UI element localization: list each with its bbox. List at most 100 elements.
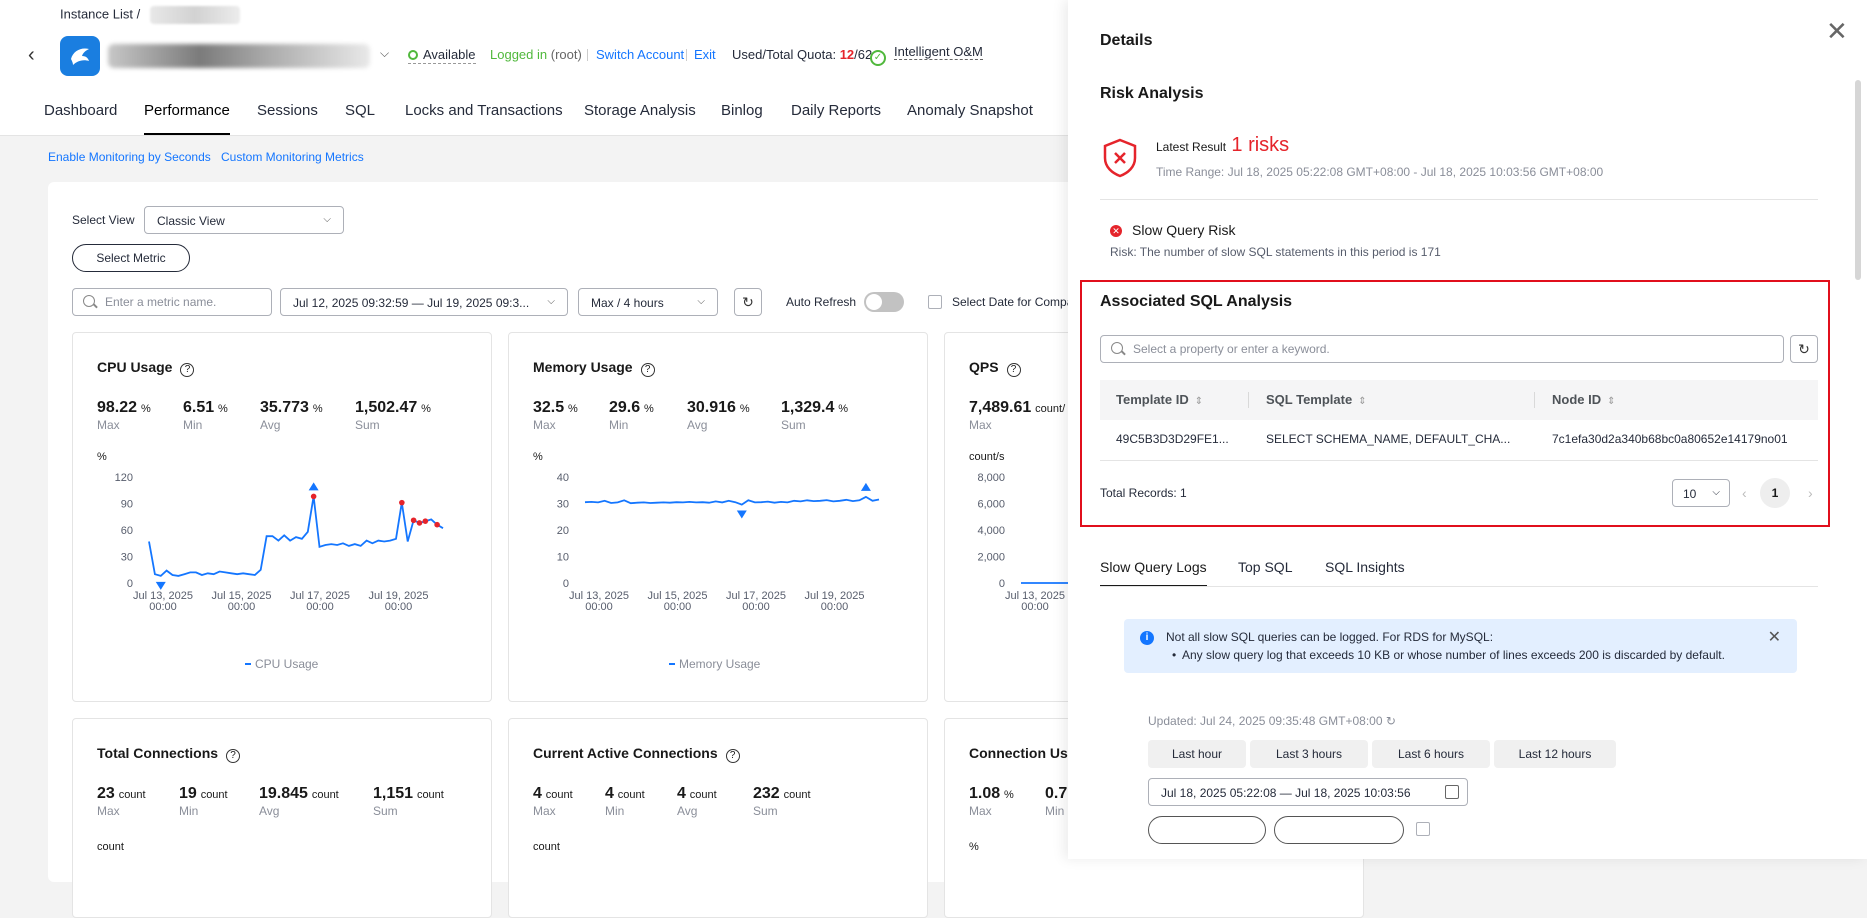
select-view-dropdown[interactable]: Classic View ⌵: [144, 206, 344, 234]
last-6-hours-button[interactable]: Last 6 hours: [1372, 740, 1490, 768]
updated-text: Updated: Jul 24, 2025 09:35:48 GMT+08:00: [1148, 714, 1383, 728]
notice-line-2: Any slow query log that exceeds 10 KB or…: [1172, 648, 1725, 662]
tab-slow-query-logs[interactable]: Slow Query Logs: [1100, 559, 1207, 587]
value: 19: [179, 785, 197, 802]
tab-daily-reports[interactable]: Daily Reports: [791, 102, 881, 119]
key: Max: [533, 418, 556, 432]
close-icon[interactable]: ✕: [1826, 18, 1848, 44]
enable-monitoring-seconds-link[interactable]: Enable Monitoring by Seconds: [48, 150, 211, 164]
help-icon[interactable]: ?: [226, 749, 241, 763]
refresh-icon[interactable]: ↻: [734, 288, 762, 316]
x-tick-label: 00:00: [821, 601, 849, 613]
unit: count: [311, 789, 339, 801]
tab-sql[interactable]: SQL: [345, 102, 375, 119]
associated-sql-title: Associated SQL Analysis: [1100, 293, 1293, 310]
help-icon[interactable]: ?: [725, 749, 740, 763]
filter-pill[interactable]: [1148, 816, 1266, 844]
tab-performance[interactable]: Performance: [144, 102, 230, 135]
x-tick-label: 00:00: [306, 601, 334, 613]
value: 1,151: [373, 785, 414, 802]
metric-avg: 19.845 count Avg: [259, 785, 339, 818]
value: 6.51: [183, 399, 215, 416]
risk-time-range: Time Range: Jul 18, 2025 05:22:08 GMT+08…: [1156, 165, 1604, 179]
unit: count: [545, 789, 573, 801]
page-number[interactable]: 1: [1760, 478, 1790, 508]
tab-locks-transactions[interactable]: Locks and Transactions: [405, 102, 563, 119]
intelligent-om-link[interactable]: ✓ Intelligent O&M: [870, 44, 983, 66]
refresh-icon[interactable]: ↻: [1386, 714, 1396, 728]
cell-node-id[interactable]: 7c1efa30d2a340b68bc0a80652e14179no01: [1552, 432, 1788, 446]
active-connections-card: Current Active Connections? 4 count Max 4…: [508, 718, 928, 918]
unit: %: [838, 403, 849, 415]
value: 4: [533, 785, 542, 802]
option-checkbox[interactable]: [1416, 822, 1430, 836]
scrollbar[interactable]: [1855, 80, 1861, 280]
divider: [1100, 199, 1818, 200]
column-divider: [1248, 392, 1249, 408]
y-tick-label: 8,000: [977, 472, 1005, 484]
exit-link[interactable]: Exit: [694, 47, 716, 62]
custom-monitoring-metrics-link[interactable]: Custom Monitoring Metrics: [221, 150, 364, 164]
key: Min: [179, 804, 199, 818]
log-date-range-picker[interactable]: Jul 18, 2025 05:22:08 — Jul 18, 2025 10:…: [1148, 778, 1468, 806]
refresh-icon[interactable]: ↻: [1790, 335, 1818, 363]
unit: %: [644, 403, 654, 415]
close-icon[interactable]: ✕: [1768, 627, 1781, 647]
breadcrumb-instance-list[interactable]: Instance List: [60, 6, 133, 21]
cell-sql-template[interactable]: SELECT SCHEMA_NAME, DEFAULT_CHA...: [1266, 432, 1510, 446]
column-template-id[interactable]: Template ID ⇕: [1116, 392, 1203, 407]
prev-page-icon[interactable]: ‹: [1742, 485, 1747, 501]
key: Avg: [687, 418, 708, 432]
next-page-icon[interactable]: ›: [1808, 485, 1813, 501]
chart-legend[interactable]: Memory Usage: [669, 657, 760, 671]
key: Sum: [753, 804, 778, 818]
calendar-icon: [1445, 785, 1459, 799]
tab-sql-insights[interactable]: SQL Insights: [1325, 559, 1405, 575]
y-tick-label: 10: [557, 552, 569, 564]
unit: %: [421, 403, 431, 415]
date-range-picker[interactable]: Jul 12, 2025 09:32:59 — Jul 19, 2025 09:…: [280, 288, 568, 316]
help-icon[interactable]: ?: [180, 363, 195, 377]
last-hour-button[interactable]: Last hour: [1148, 740, 1246, 768]
key: Sum: [781, 418, 806, 432]
column-node-id[interactable]: Node ID ⇕: [1552, 392, 1616, 407]
help-icon[interactable]: ?: [640, 363, 655, 377]
total-records: Total Records: 1: [1100, 486, 1187, 500]
table-header: Template ID ⇕ SQL Template ⇕ Node ID ⇕: [1100, 380, 1818, 420]
quota-label: Used/Total Quota:: [732, 47, 837, 62]
tab-top-sql[interactable]: Top SQL: [1238, 559, 1292, 575]
sort-icon[interactable]: ⇕: [1607, 396, 1615, 407]
chevron-down-icon[interactable]: ⌵: [380, 46, 389, 61]
help-icon[interactable]: ?: [1006, 363, 1021, 377]
last-12-hours-button[interactable]: Last 12 hours: [1494, 740, 1616, 768]
switch-account-link[interactable]: Switch Account: [596, 47, 684, 62]
select-metric-button[interactable]: Select Metric: [72, 244, 190, 272]
anomaly-point: [399, 499, 405, 506]
sort-icon[interactable]: ⇕: [1358, 396, 1366, 407]
last-3-hours-button[interactable]: Last 3 hours: [1250, 740, 1368, 768]
unit: count: [617, 789, 645, 801]
associated-sql-search-input[interactable]: Select a property or enter a keyword.: [1100, 335, 1784, 363]
page-size-select[interactable]: 10 ⌵: [1672, 479, 1730, 507]
value: 1,502.47: [355, 399, 418, 416]
cpu-usage-chart: 1209060300Jul 13, 202500:00Jul 15, 20250…: [115, 472, 444, 613]
chart-legend[interactable]: CPU Usage: [245, 657, 318, 671]
tab-storage-analysis[interactable]: Storage Analysis: [584, 102, 696, 119]
back-arrow-icon[interactable]: ‹: [28, 44, 35, 67]
tab-sessions[interactable]: Sessions: [257, 102, 318, 119]
tab-binlog[interactable]: Binlog: [721, 102, 763, 119]
aggregation-dropdown[interactable]: Max / 4 hours ⌵: [578, 288, 718, 316]
unit: count: [783, 789, 811, 801]
sort-icon[interactable]: ⇕: [1195, 396, 1203, 407]
cell-template-id[interactable]: 49C5B3D3D29FE1...: [1116, 432, 1229, 446]
row-divider: [1100, 460, 1818, 461]
filter-pill[interactable]: [1274, 816, 1404, 844]
metric-search-input[interactable]: Enter a metric name.: [72, 288, 272, 316]
metric-sum: 1,502.47 % Sum: [355, 399, 431, 432]
auto-refresh-toggle[interactable]: [864, 292, 904, 312]
updated-time: Updated: Jul 24, 2025 09:35:48 GMT+08:00…: [1148, 714, 1396, 728]
column-sql-template[interactable]: SQL Template ⇕: [1266, 392, 1367, 407]
compare-date-checkbox[interactable]: [928, 295, 942, 309]
tab-dashboard[interactable]: Dashboard: [44, 102, 117, 119]
tab-anomaly-snapshot[interactable]: Anomaly Snapshot: [907, 102, 1033, 119]
